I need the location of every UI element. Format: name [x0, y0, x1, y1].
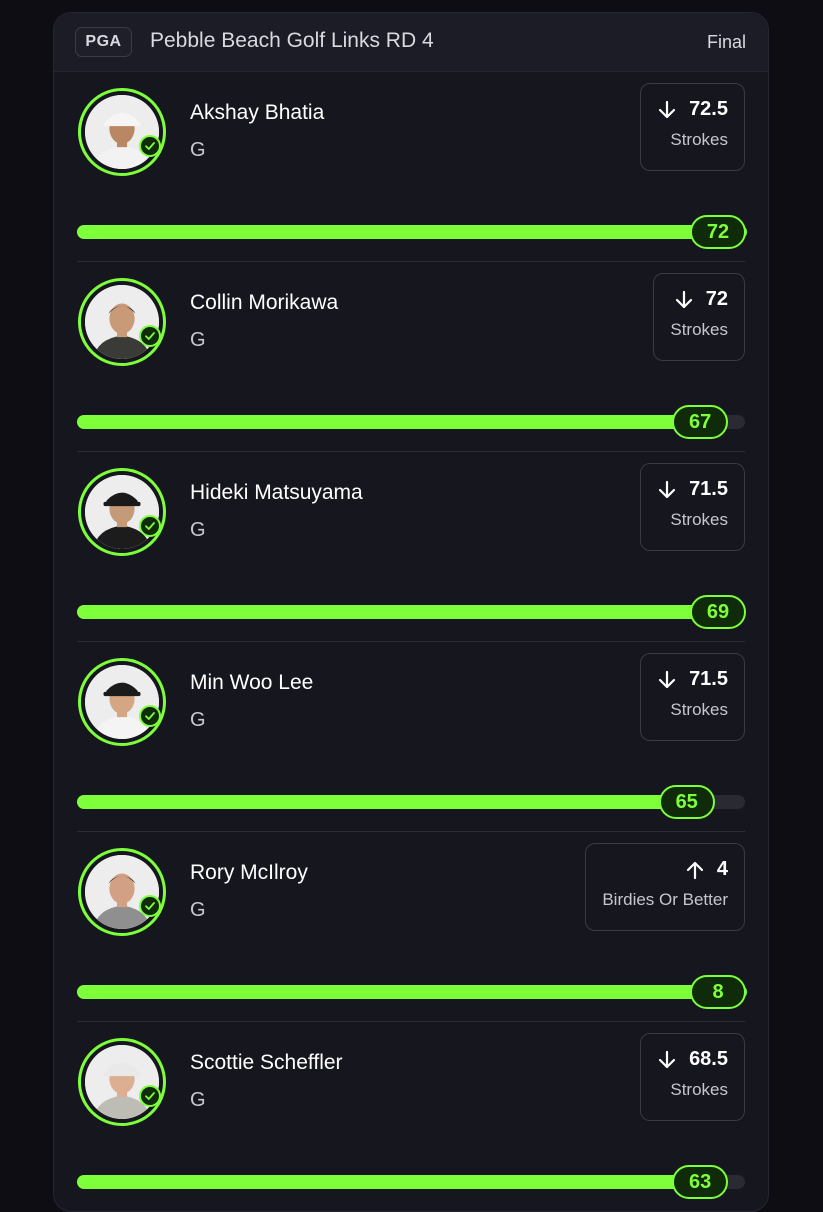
progress-track: 67 [77, 405, 745, 439]
result-badge: 67 [672, 405, 729, 439]
result-badge: 63 [672, 1165, 729, 1199]
player-avatar [78, 468, 166, 556]
projection-line: 72 [705, 288, 728, 310]
player-avatar [78, 1038, 166, 1126]
player-pick-row[interactable]: Akshay Bhatia G 72.5 Strokes 72 [77, 72, 747, 262]
stat-type: Strokes [670, 130, 728, 149]
pick-card: PGA Pebble Beach Golf Links RD 4 Final A… [53, 12, 769, 1212]
check-icon [139, 895, 161, 917]
projection-box[interactable]: 68.5 Strokes [640, 1033, 745, 1121]
player-name: Collin Morikawa [190, 291, 339, 314]
stat-type: Strokes [670, 1080, 728, 1099]
result-badge: 69 [690, 595, 746, 629]
projection-line: 72.5 [689, 98, 728, 120]
progress-fill [77, 605, 718, 619]
progress-track: 69 [77, 595, 746, 629]
stat-type: Strokes [670, 320, 728, 339]
check-icon [139, 325, 161, 347]
arrow-down-icon [657, 670, 677, 690]
player-name: Scottie Scheffler [190, 1051, 343, 1074]
player-photo-icon [85, 475, 159, 549]
stat-type: Strokes [670, 700, 728, 719]
progress-track: 8 [77, 975, 747, 1009]
arrow-down-icon [674, 290, 694, 310]
stat-type: Strokes [670, 510, 728, 529]
result-badge: 8 [690, 975, 746, 1009]
player-name: Hideki Matsuyama [190, 481, 363, 504]
projection-box[interactable]: 4 Birdies Or Better [585, 843, 745, 931]
projection-box[interactable]: 71.5 Strokes [640, 463, 745, 551]
stat-type: Birdies Or Better [602, 890, 728, 909]
check-icon [139, 705, 161, 727]
player-position: G [190, 899, 206, 921]
arrow-up-icon [685, 860, 705, 880]
player-position: G [190, 519, 206, 541]
game-status: Final [706, 32, 746, 52]
arrow-down-icon [657, 480, 677, 500]
player-name: Akshay Bhatia [190, 101, 325, 124]
player-name: Rory McIlroy [190, 861, 308, 884]
result-badge: 72 [690, 215, 746, 249]
progress-fill [77, 1175, 701, 1189]
player-pick-row[interactable]: Min Woo Lee G 71.5 Strokes 65 [77, 642, 745, 832]
player-pick-row[interactable]: Hideki Matsuyama G 71.5 Strokes 69 [77, 452, 746, 642]
player-pick-row[interactable]: Collin Morikawa G 72 Strokes 67 [77, 262, 745, 452]
event-title: Pebble Beach Golf Links RD 4 [150, 29, 434, 52]
arrow-down-icon [657, 1050, 677, 1070]
player-photo-icon [85, 855, 159, 929]
progress-track: 65 [77, 785, 745, 819]
player-position: G [190, 1089, 206, 1111]
arrow-down-icon [657, 100, 677, 120]
check-icon [139, 1085, 161, 1107]
player-photo-icon [85, 285, 159, 359]
progress-fill [77, 985, 747, 999]
player-photo-icon [85, 1045, 159, 1119]
player-pick-row[interactable]: Scottie Scheffler G 68.5 Strokes 63 [77, 1022, 745, 1211]
card-header: PGA Pebble Beach Golf Links RD 4 Final [54, 13, 768, 72]
player-position: G [190, 709, 206, 731]
progress-fill [77, 225, 747, 239]
progress-fill [77, 795, 687, 809]
player-avatar [78, 848, 166, 936]
progress-fill [77, 415, 701, 429]
player-photo-icon [85, 95, 159, 169]
player-name: Min Woo Lee [190, 671, 314, 694]
progress-track: 63 [77, 1165, 745, 1199]
player-pick-row[interactable]: Rory McIlroy G 4 Birdies Or Better 8 [77, 832, 747, 1022]
projection-line: 4 [716, 858, 728, 880]
projection-box[interactable]: 72.5 Strokes [640, 83, 745, 171]
player-photo-icon [85, 665, 159, 739]
projection-box[interactable]: 71.5 Strokes [640, 653, 745, 741]
projection-box[interactable]: 72 Strokes [653, 273, 745, 361]
projection-line: 68.5 [689, 1048, 728, 1070]
projection-line: 71.5 [689, 478, 728, 500]
projection-line: 71.5 [689, 668, 728, 690]
player-avatar [78, 88, 166, 176]
progress-track: 72 [77, 215, 747, 249]
check-icon [139, 135, 161, 157]
player-avatar [78, 278, 166, 366]
check-icon [139, 515, 161, 537]
player-avatar [78, 658, 166, 746]
picks-list: Akshay Bhatia G 72.5 Strokes 72 Collin M… [54, 72, 768, 1211]
league-badge: PGA [75, 27, 132, 57]
player-position: G [190, 139, 206, 161]
result-badge: 65 [658, 785, 715, 819]
player-position: G [190, 329, 206, 351]
